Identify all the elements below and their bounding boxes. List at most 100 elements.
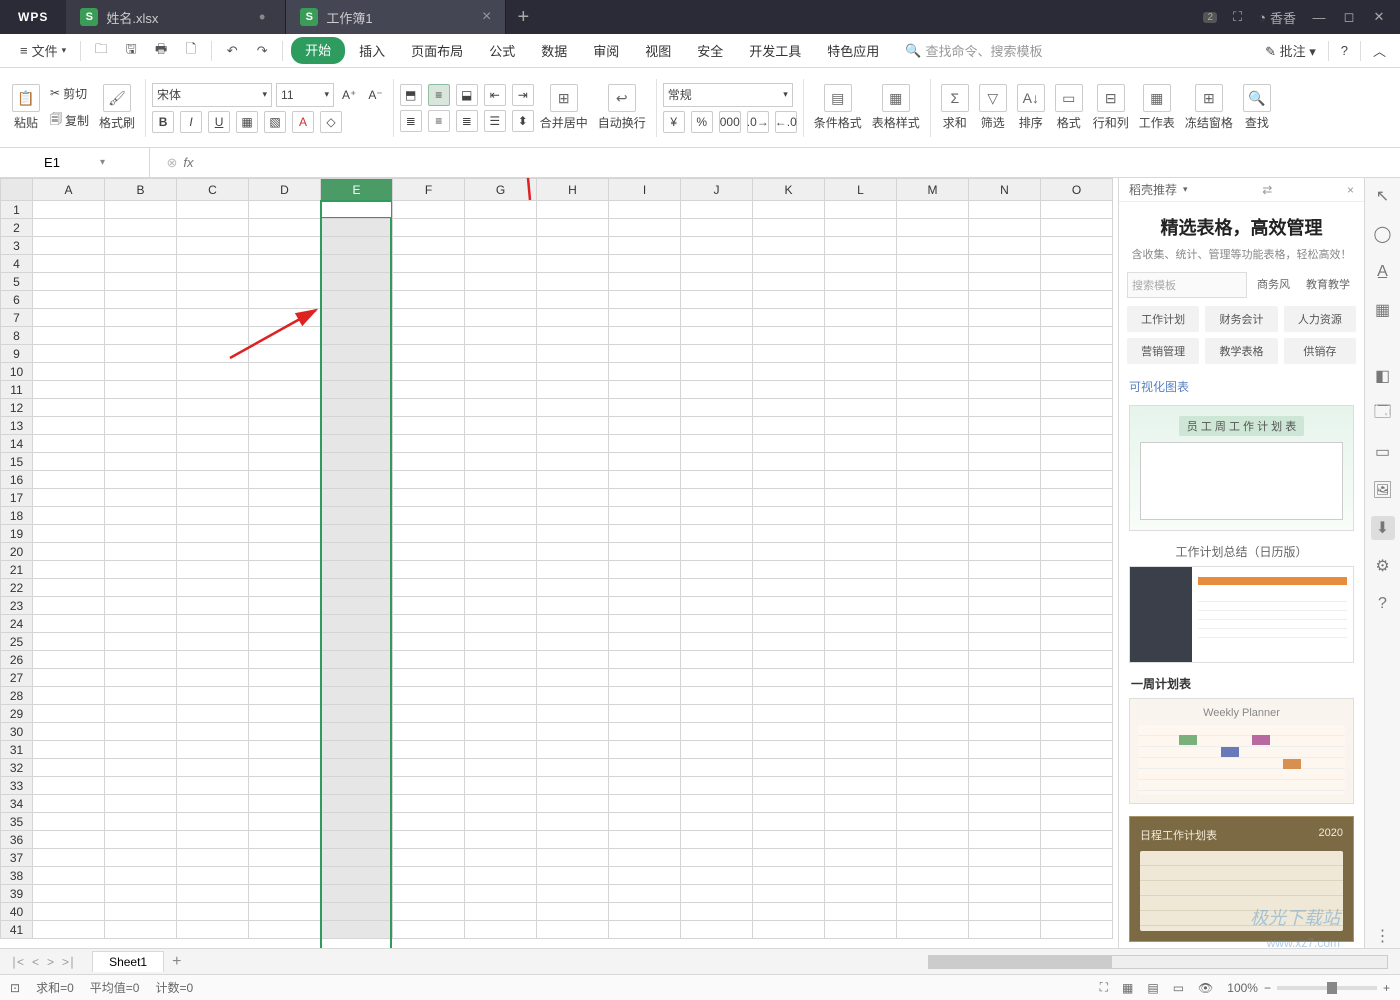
cell[interactable] <box>1041 309 1113 327</box>
menu-tab-9[interactable]: 特色应用 <box>815 37 891 64</box>
cell[interactable] <box>681 651 753 669</box>
cell[interactable] <box>681 795 753 813</box>
eye-icon[interactable]: 👁 <box>1198 981 1213 995</box>
zoom-out-icon[interactable]: − <box>1264 981 1271 995</box>
cell[interactable] <box>825 669 897 687</box>
cell[interactable] <box>321 849 393 867</box>
cell[interactable] <box>897 759 969 777</box>
cell[interactable] <box>249 291 321 309</box>
settings-tool-icon[interactable]: ⚙ <box>1371 554 1395 578</box>
row-header[interactable]: 29 <box>1 705 33 723</box>
cell[interactable] <box>249 849 321 867</box>
cell[interactable] <box>753 525 825 543</box>
cell[interactable] <box>465 291 537 309</box>
menu-tab-0[interactable]: 开始 <box>291 37 345 64</box>
help-icon[interactable]: ? <box>1341 43 1348 58</box>
rows-cols-button[interactable]: ⊟行和列 <box>1089 82 1133 133</box>
cell[interactable] <box>249 831 321 849</box>
column-header[interactable]: D <box>249 179 321 201</box>
cell[interactable] <box>105 759 177 777</box>
cell[interactable] <box>897 651 969 669</box>
cell[interactable] <box>393 399 465 417</box>
cell[interactable] <box>753 399 825 417</box>
select-tool-icon[interactable]: ↖ <box>1371 184 1395 208</box>
select-all-corner[interactable] <box>1 179 33 201</box>
cell[interactable] <box>1041 867 1113 885</box>
cell[interactable] <box>681 471 753 489</box>
cell[interactable] <box>537 705 609 723</box>
cell[interactable] <box>393 741 465 759</box>
cell[interactable] <box>249 471 321 489</box>
gift-icon[interactable]: ⛶ <box>1233 9 1242 25</box>
cell[interactable] <box>33 687 105 705</box>
command-search[interactable]: 🔍 查找命令、搜索模板 <box>905 41 1042 60</box>
align-justify-icon[interactable]: ☰ <box>484 110 506 132</box>
row-header[interactable]: 25 <box>1 633 33 651</box>
cell[interactable] <box>609 507 681 525</box>
cell[interactable] <box>969 381 1041 399</box>
cell[interactable] <box>177 453 249 471</box>
cell[interactable] <box>681 381 753 399</box>
cell[interactable] <box>825 543 897 561</box>
cell[interactable] <box>969 561 1041 579</box>
cell[interactable] <box>537 723 609 741</box>
row-header[interactable]: 37 <box>1 849 33 867</box>
cell[interactable] <box>33 741 105 759</box>
cell[interactable] <box>177 201 249 219</box>
cell[interactable] <box>321 345 393 363</box>
cell[interactable] <box>465 759 537 777</box>
record-macro-icon[interactable]: ⊡ <box>10 981 20 995</box>
cell[interactable] <box>249 363 321 381</box>
cell[interactable] <box>609 615 681 633</box>
cell[interactable] <box>609 543 681 561</box>
row-header[interactable]: 32 <box>1 759 33 777</box>
app-menu-button[interactable]: ≡ 文件 ▾ <box>14 39 72 62</box>
cell[interactable] <box>681 597 753 615</box>
cell[interactable] <box>753 381 825 399</box>
row-header[interactable]: 40 <box>1 903 33 921</box>
cell[interactable] <box>897 219 969 237</box>
indent-decrease-icon[interactable]: ⇤ <box>484 84 506 106</box>
cell[interactable] <box>465 795 537 813</box>
cell[interactable] <box>393 651 465 669</box>
cell[interactable] <box>321 525 393 543</box>
cell[interactable] <box>537 237 609 255</box>
cell[interactable] <box>105 633 177 651</box>
cell[interactable] <box>465 453 537 471</box>
column-header[interactable]: A <box>33 179 105 201</box>
cell[interactable] <box>33 633 105 651</box>
cell[interactable] <box>609 273 681 291</box>
cell[interactable] <box>609 669 681 687</box>
cell[interactable] <box>321 309 393 327</box>
cell[interactable] <box>681 759 753 777</box>
cell[interactable] <box>105 651 177 669</box>
cell[interactable] <box>969 489 1041 507</box>
cell[interactable] <box>393 327 465 345</box>
cell[interactable] <box>177 435 249 453</box>
cell[interactable] <box>33 255 105 273</box>
cell[interactable] <box>609 759 681 777</box>
cell[interactable] <box>681 345 753 363</box>
cell[interactable] <box>393 705 465 723</box>
cell[interactable] <box>105 561 177 579</box>
cell[interactable] <box>609 597 681 615</box>
cell[interactable] <box>825 201 897 219</box>
cell[interactable] <box>1041 327 1113 345</box>
cell[interactable] <box>1041 849 1113 867</box>
cell[interactable] <box>465 543 537 561</box>
cell[interactable] <box>393 255 465 273</box>
cell[interactable] <box>321 237 393 255</box>
increase-decimal-icon[interactable]: .0→ <box>747 111 769 133</box>
cell[interactable] <box>609 723 681 741</box>
cell[interactable] <box>969 543 1041 561</box>
cell[interactable] <box>393 507 465 525</box>
redo-icon[interactable]: ↷ <box>250 39 274 63</box>
row-header[interactable]: 31 <box>1 741 33 759</box>
cell[interactable] <box>177 885 249 903</box>
cell[interactable] <box>465 831 537 849</box>
template-tag[interactable]: 营销管理 <box>1127 338 1199 364</box>
cell[interactable] <box>753 291 825 309</box>
row-header[interactable]: 6 <box>1 291 33 309</box>
cell[interactable] <box>825 705 897 723</box>
cell[interactable] <box>681 543 753 561</box>
